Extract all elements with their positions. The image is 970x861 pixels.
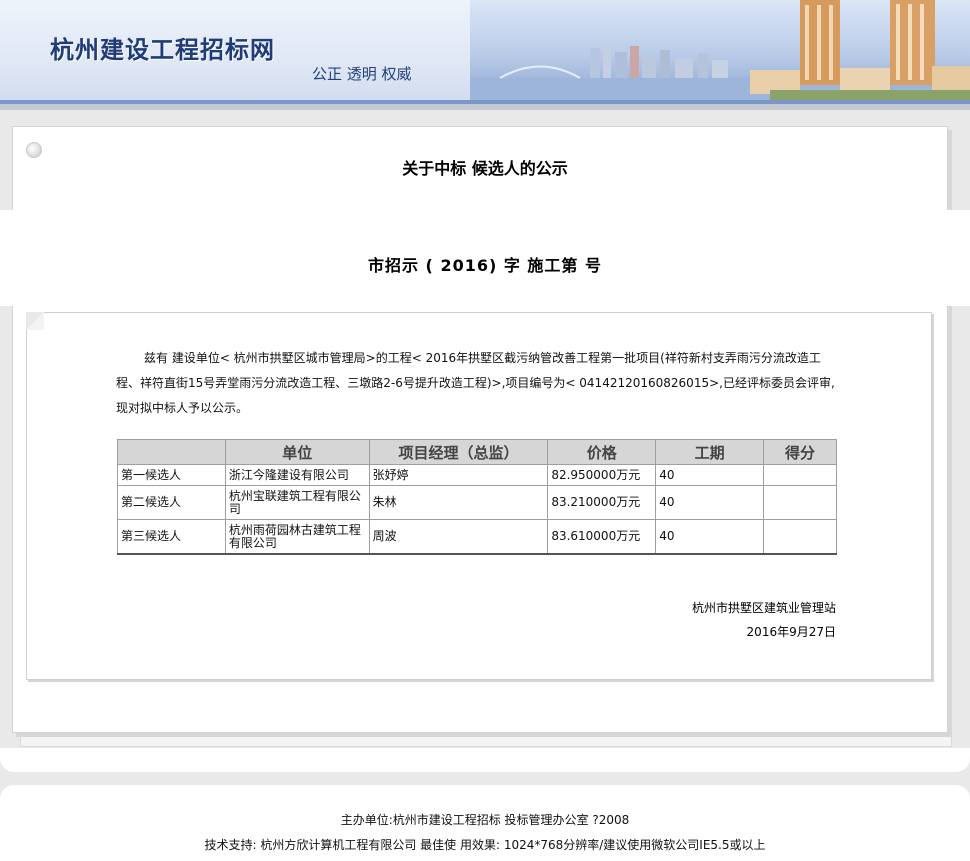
cell-manager: 张妤婷 <box>368 464 549 486</box>
panel-bottom-edge <box>0 748 970 772</box>
city-skyline-image <box>470 0 970 100</box>
notice-intro-text: 兹有 建设单位< 杭州市拱墅区城市管理局>的工程< 2016年拱墅区截污纳管改善… <box>116 351 835 415</box>
site-slogan: 公正 透明 权威 <box>312 65 412 83</box>
notice-intro: 兹有 建设单位< 杭州市拱墅区城市管理局>的工程< 2016年拱墅区截污纳管改善… <box>116 346 840 421</box>
cell-score <box>763 485 837 520</box>
cell-company: 杭州宝联建筑工程有限公司 <box>224 485 370 520</box>
site-banner: 杭州建设工程招标网 公正 透明 权威 <box>0 0 970 110</box>
header-rank <box>117 439 226 465</box>
cell-price: 82.950000万元 <box>547 464 657 486</box>
cell-score <box>763 464 837 486</box>
header-price: 价格 <box>547 439 657 465</box>
cell-company: 浙江今隆建设有限公司 <box>224 464 370 486</box>
candidate-table: 单位 项目经理（总监） 价格 工期 得分 第一候选人 浙江今隆建设有限公司 张妤… <box>117 439 837 555</box>
cell-duration: 40 <box>655 485 765 520</box>
footer-tech-support: 技术支持: 杭州方欣计算机工程有限公司 最佳使 用效果: 1024*768分辨率… <box>204 838 766 852</box>
header-duration: 工期 <box>655 439 765 465</box>
cell-company: 杭州雨荷园林古建筑工程有限公司 <box>224 519 370 555</box>
issuing-org: 杭州市拱墅区建筑业管理站 <box>691 601 836 615</box>
table-row: 第二候选人 杭州宝联建筑工程有限公司 朱林 83.210000万元 40 <box>117 485 837 520</box>
header-score: 得分 <box>763 439 837 465</box>
cell-manager: 朱林 <box>368 485 549 520</box>
cell-manager: 周波 <box>368 519 549 555</box>
table-row: 第三候选人 杭州雨荷园林古建筑工程有限公司 周波 83.610000万元 40 <box>117 519 837 555</box>
document-number: 市招示 ( 2016) 字 施工第 号 <box>367 256 602 275</box>
header-manager: 项目经理（总监） <box>368 439 549 465</box>
cell-duration: 40 <box>655 519 765 555</box>
header-company: 单位 <box>224 439 370 465</box>
cell-score <box>763 519 837 555</box>
page-fold-corner <box>26 312 44 330</box>
cell-duration: 40 <box>655 464 765 486</box>
table-row: 第一候选人 浙江今隆建设有限公司 张妤婷 82.950000万元 40 <box>117 464 837 486</box>
cell-rank: 第二候选人 <box>117 485 226 520</box>
cell-rank: 第一候选人 <box>117 464 226 486</box>
signature-block: 杭州市拱墅区建筑业管理站 2016年9月27日 <box>692 596 836 644</box>
cell-rank: 第三候选人 <box>117 519 226 555</box>
cell-price: 83.610000万元 <box>547 519 657 555</box>
panel-bottom-strip <box>190 689 774 715</box>
banner-shadow <box>0 104 970 110</box>
cell-price: 83.210000万元 <box>547 485 657 520</box>
table-header-row: 单位 项目经理（总监） 价格 工期 得分 <box>117 439 837 465</box>
notice-title: 关于中标 候选人的公示 <box>402 159 568 178</box>
issue-date: 2016年9月27日 <box>746 625 836 639</box>
site-title: 杭州建设工程招标网 <box>50 36 275 64</box>
site-footer: 主办单位:杭州市建设工程招标 投标管理办公室 ?2008 技术支持: 杭州方欣计… <box>0 785 970 861</box>
footer-organizer: 主办单位:杭州市建设工程招标 投标管理办公室 ?2008 <box>340 813 630 827</box>
